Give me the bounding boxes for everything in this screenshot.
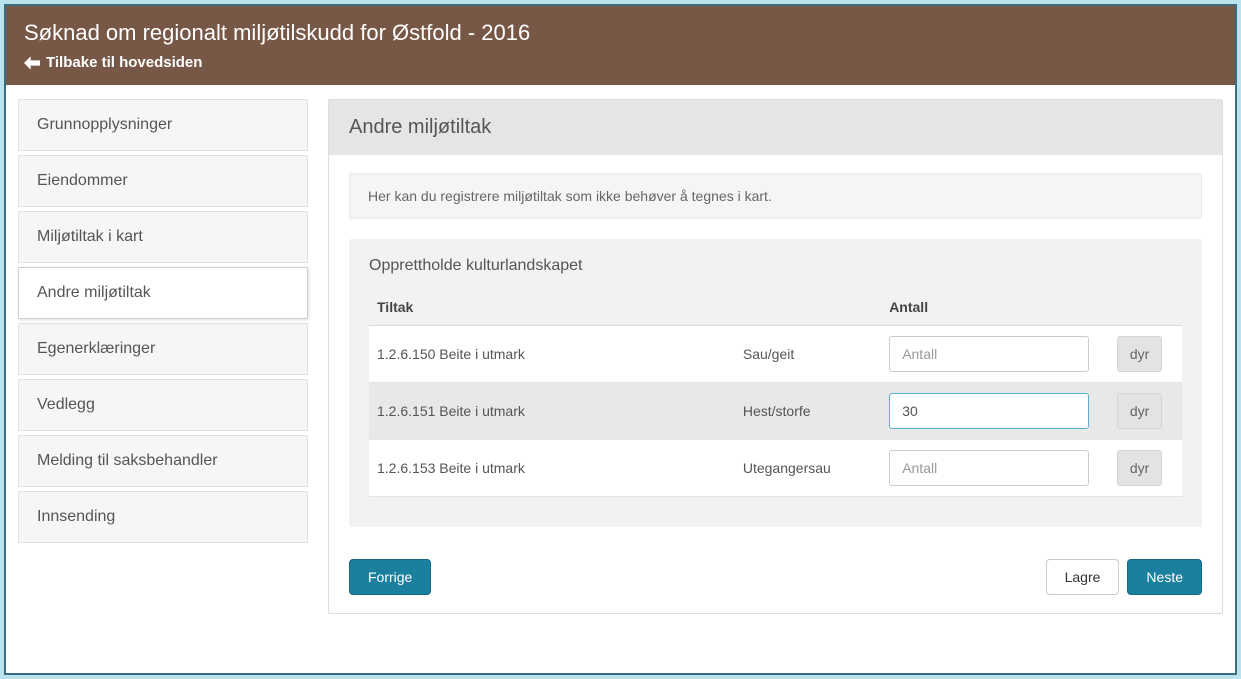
sidebar-item-vedlegg[interactable]: Vedlegg bbox=[18, 379, 308, 431]
back-link-label: Tilbake til hovedsiden bbox=[46, 54, 202, 71]
save-button[interactable]: Lagre bbox=[1046, 559, 1120, 595]
arrow-left-icon bbox=[24, 56, 40, 70]
cell-tiltak: 1.2.6.150 Beite i utmark bbox=[369, 325, 735, 382]
tiltak-table: Tiltak Antall 1.2.6.150 Beite i utmark S… bbox=[369, 289, 1182, 497]
unit-label: dyr bbox=[1117, 336, 1162, 372]
unit-label: dyr bbox=[1117, 393, 1162, 429]
sidebar-item-eiendommer[interactable]: Eiendommer bbox=[18, 155, 308, 207]
cell-type: Utegangersau bbox=[735, 439, 881, 496]
main-panel: Andre miljøtiltak Her kan du registrere … bbox=[328, 99, 1223, 614]
th-tiltak: Tiltak bbox=[369, 289, 735, 326]
sidebar: Grunnopplysninger Eiendommer Miljøtiltak… bbox=[18, 99, 308, 614]
th-unit bbox=[1109, 289, 1182, 326]
next-button[interactable]: Neste bbox=[1127, 559, 1202, 595]
cell-tiltak: 1.2.6.151 Beite i utmark bbox=[369, 382, 735, 439]
sidebar-item-innsending[interactable]: Innsending bbox=[18, 491, 308, 543]
unit-label: dyr bbox=[1117, 450, 1162, 486]
sidebar-item-egenerklaeringer[interactable]: Egenerklæringer bbox=[18, 323, 308, 375]
cell-type: Hest/storfe bbox=[735, 382, 881, 439]
prev-button[interactable]: Forrige bbox=[349, 559, 431, 595]
th-type bbox=[735, 289, 881, 326]
info-box: Her kan du registrere miljøtiltak som ik… bbox=[349, 173, 1202, 219]
th-antall: Antall bbox=[881, 289, 1109, 326]
sidebar-item-melding[interactable]: Melding til saksbehandler bbox=[18, 435, 308, 487]
sidebar-item-grunnopplysninger[interactable]: Grunnopplysninger bbox=[18, 99, 308, 151]
page-title: Søknad om regionalt miljøtilskudd for Øs… bbox=[24, 20, 1217, 46]
section-kulturlandskapet: Opprettholde kulturlandskapet Tiltak Ant… bbox=[349, 239, 1202, 527]
antall-input-row-0[interactable] bbox=[889, 336, 1089, 372]
sidebar-item-miljotiltak-kart[interactable]: Miljøtiltak i kart bbox=[18, 211, 308, 263]
section-title: Opprettholde kulturlandskapet bbox=[369, 257, 1182, 275]
table-row: 1.2.6.150 Beite i utmark Sau/geit dyr bbox=[369, 325, 1182, 382]
header-bar: Søknad om regionalt miljøtilskudd for Øs… bbox=[6, 6, 1235, 85]
table-row: 1.2.6.151 Beite i utmark Hest/storfe dyr bbox=[369, 382, 1182, 439]
back-link[interactable]: Tilbake til hovedsiden bbox=[24, 54, 202, 71]
footer-actions: Forrige Lagre Neste bbox=[329, 545, 1222, 613]
table-row: 1.2.6.153 Beite i utmark Utegangersau dy… bbox=[369, 439, 1182, 496]
sidebar-item-andre-miljotiltak[interactable]: Andre miljøtiltak bbox=[18, 267, 308, 319]
antall-input-row-1[interactable] bbox=[889, 393, 1089, 429]
antall-input-row-2[interactable] bbox=[889, 450, 1089, 486]
main-title: Andre miljøtiltak bbox=[329, 100, 1222, 155]
cell-tiltak: 1.2.6.153 Beite i utmark bbox=[369, 439, 735, 496]
cell-type: Sau/geit bbox=[735, 325, 881, 382]
